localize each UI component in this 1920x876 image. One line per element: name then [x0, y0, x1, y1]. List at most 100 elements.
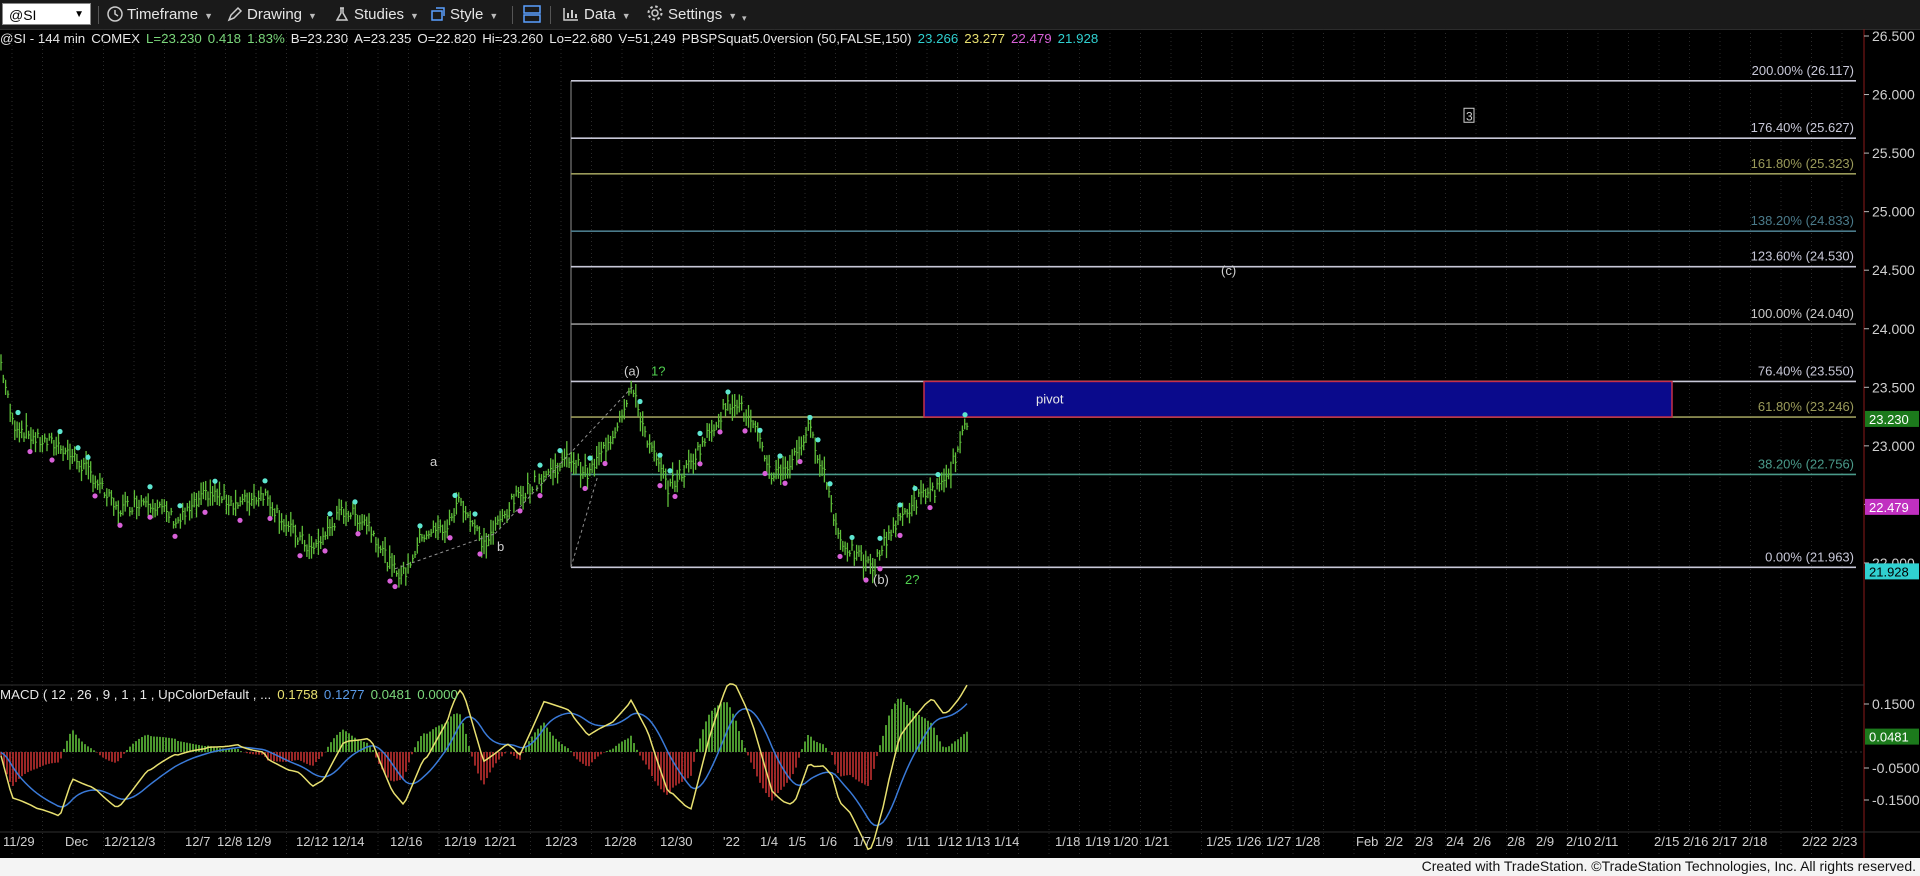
swing-low-marker	[117, 522, 123, 528]
swing-high-marker	[57, 428, 63, 435]
time-axis-label: 1/27	[1266, 834, 1291, 849]
macd-tick-label: 0.1500	[1872, 696, 1915, 712]
time-axis-label: 1/28	[1295, 834, 1320, 849]
time-axis-label: 12/28	[604, 834, 637, 849]
time-axis-label: 1/14	[994, 834, 1019, 849]
time-axis-label: 12/16	[390, 834, 423, 849]
macd-axis-marker-label: 0.0481	[1869, 730, 1909, 745]
chevron-down-icon: ▼	[204, 11, 214, 21]
swing-low-marker	[697, 461, 703, 467]
swing-low-marker	[392, 583, 398, 590]
toolbar: @SI ▼ Timeframe ▼ Drawing ▼ Studies ▼ Style…	[0, 0, 1920, 30]
swing-low-marker	[762, 470, 768, 477]
fib-level-label: 0.00% (21.963)	[1765, 549, 1854, 564]
time-axis-label: 1/25	[1206, 834, 1231, 849]
time-axis-label: 12/21	[484, 834, 517, 849]
chevron-down-icon: ▼	[489, 11, 499, 21]
swing-high-marker	[807, 414, 813, 421]
fib-level-label: 38.20% (22.756)	[1758, 456, 1854, 471]
swing-low-marker	[537, 493, 543, 499]
time-axis-label: 2/3	[1415, 834, 1433, 849]
fib-level-label: 176.40% (25.627)	[1751, 120, 1854, 135]
time-axis-label: 12/30	[660, 834, 693, 849]
wave-guide-line	[494, 386, 633, 535]
price-tick-label: 24.500	[1872, 262, 1915, 278]
time-axis-label: 12/14	[332, 834, 365, 849]
time-axis-label: 1/9	[875, 834, 893, 849]
time-axis-label: 1/13	[965, 834, 990, 849]
chevron-down-icon: ▼	[308, 11, 317, 21]
time-axis-label: 2/15	[1654, 834, 1679, 849]
swing-low-marker	[672, 493, 678, 500]
time-axis-label: 2/9	[1536, 834, 1554, 849]
fib-level-label: 200.00% (26.117)	[1752, 63, 1854, 78]
time-axis-label: 2/4	[1446, 834, 1464, 849]
toolbar-divider	[98, 6, 99, 24]
price-tick-label: 24.000	[1872, 321, 1915, 337]
swing-high-marker	[212, 478, 218, 484]
swing-low-marker	[92, 493, 98, 499]
price-tick-label: 23.500	[1872, 379, 1915, 395]
swing-high-marker	[85, 454, 91, 460]
timeframe-button[interactable]: Timeframe ▼	[107, 4, 213, 25]
time-axis-label: 12/7	[185, 834, 210, 849]
price-axis-marker-label: 22.479	[1869, 500, 1909, 515]
swing-low-marker	[387, 578, 393, 584]
swing-high-marker	[697, 430, 703, 436]
time-axis-label: '22	[723, 834, 740, 849]
swing-low-marker	[837, 553, 843, 560]
timeframe-label: Timeframe	[127, 6, 199, 23]
flask-icon	[335, 7, 349, 21]
symbol-value: @SI	[9, 7, 37, 23]
drawing-button[interactable]: Drawing ▼	[227, 4, 317, 25]
time-axis-label: 2/22	[1802, 834, 1827, 849]
copyright-footer: Created with TradeStation. ©TradeStation…	[1421, 858, 1916, 874]
time-axis-label: 1/12	[937, 834, 962, 849]
chevron-down-icon: ▼	[410, 11, 419, 21]
swing-low-marker	[172, 533, 178, 539]
swing-low-marker	[202, 509, 208, 515]
time-axis-label: 2/8	[1507, 834, 1525, 849]
swing-high-marker	[472, 511, 478, 517]
time-axis-label: 1/26	[1236, 834, 1261, 849]
time-axis-label: 2/16	[1683, 834, 1708, 849]
style-button[interactable]: Style ▼	[430, 4, 498, 25]
chevron-down-icon: ▼	[621, 11, 631, 21]
chevron-down-icon: ▼	[728, 11, 738, 21]
macd-signal-value: 0.1277	[323, 687, 365, 702]
toolbar-divider	[512, 6, 513, 24]
swing-high-marker	[667, 468, 673, 474]
symbol-input[interactable]: @SI ▼	[2, 3, 91, 25]
layout-button[interactable]	[522, 4, 546, 25]
chart-area[interactable]: 26.500 26.000 25.500 25.000 24.500 24.000 23.5…	[0, 29, 1920, 858]
swing-high-marker	[777, 453, 783, 459]
gear-icon	[647, 5, 663, 21]
fib-level-label: 76.40% (23.550)	[1758, 363, 1854, 378]
data-button[interactable]: Data ▼	[562, 4, 631, 25]
chevron-down-icon: ▼	[74, 9, 84, 20]
time-axis-label: 12/2	[104, 834, 129, 849]
price-tick-label: 25.500	[1872, 145, 1915, 161]
swing-high-marker	[962, 412, 968, 418]
studies-button[interactable]: Studies ▼	[334, 4, 419, 25]
swing-high-marker	[177, 503, 183, 509]
swing-low-marker	[797, 458, 803, 465]
macd-tick-label: -0.1500	[1872, 792, 1920, 808]
price-bars	[0, 354, 969, 588]
price-tick-label: 26.000	[1872, 87, 1915, 103]
macd-info-line: MACD ( 12 , 26 , 9 , 1 , 1 , UpColorDefa…	[0, 687, 464, 703]
swing-low-marker	[742, 428, 748, 434]
swing-high-marker	[657, 452, 663, 458]
wave-label: b	[497, 539, 504, 554]
swing-low-marker	[447, 535, 453, 541]
time-axis-label: 12/8	[217, 834, 242, 849]
time-axis-label: 1/18	[1055, 834, 1080, 849]
settings-button[interactable]: Settings ▼	[646, 4, 737, 25]
swing-low-marker	[657, 483, 663, 489]
fib-level-label: 100.00% (24.040)	[1751, 306, 1854, 321]
style-label: Style	[450, 6, 484, 23]
swing-high-marker	[557, 447, 563, 454]
vertical-grid	[11, 29, 1843, 854]
macd-histogram	[0, 698, 968, 801]
toolbar-overflow-icon[interactable]: ▾	[742, 8, 747, 29]
